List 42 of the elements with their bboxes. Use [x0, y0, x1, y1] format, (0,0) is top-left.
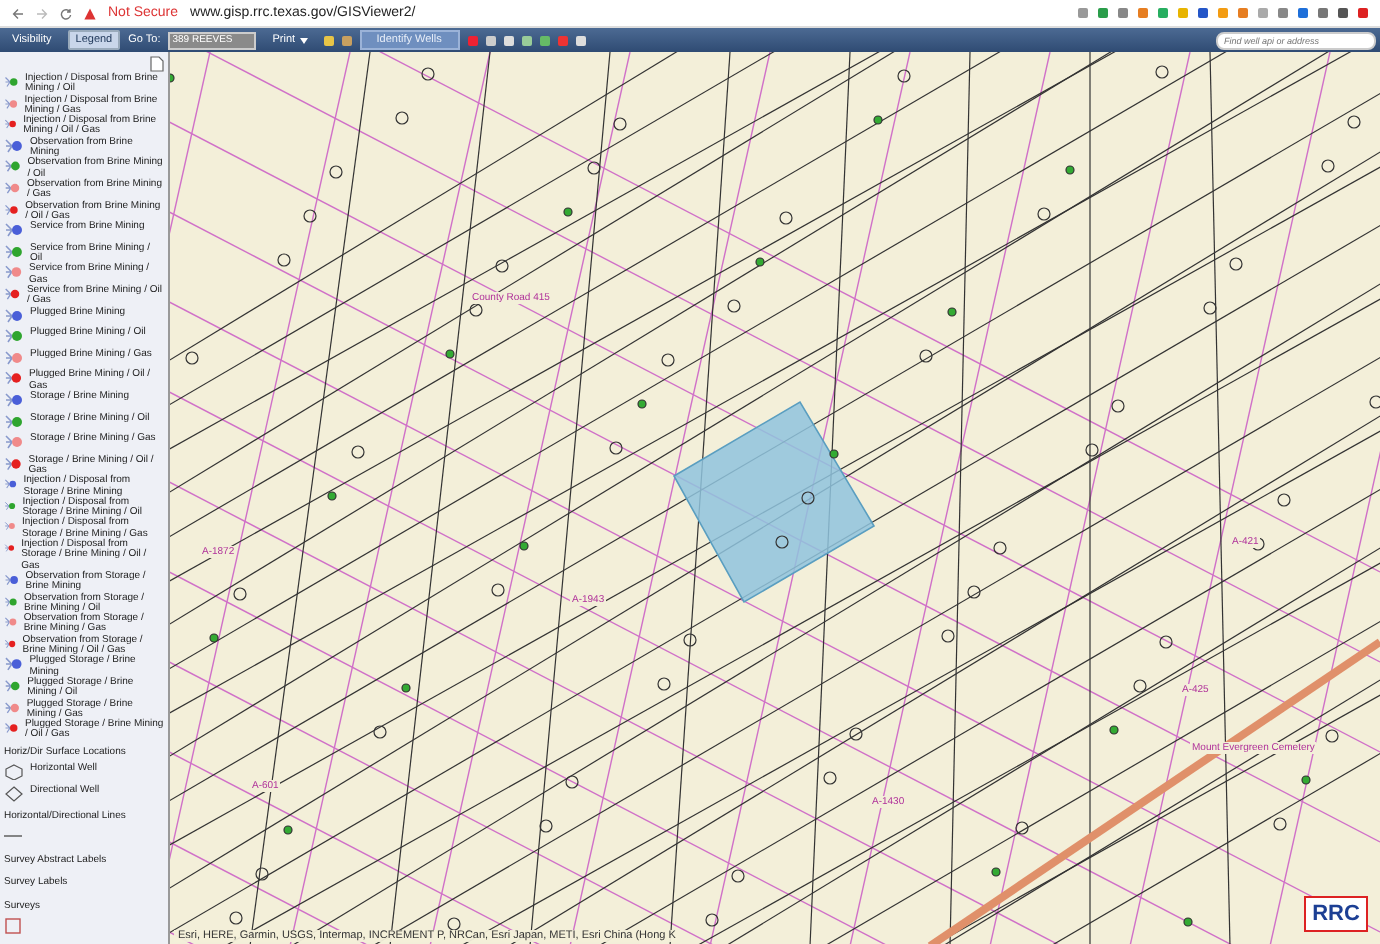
well-symbol-icon — [4, 677, 22, 694]
well-symbol-icon — [4, 158, 22, 175]
well-symbol-icon — [4, 571, 20, 588]
well-symbol-icon — [4, 497, 17, 514]
well-symbol-icon — [4, 518, 17, 535]
reload-icon[interactable] — [60, 7, 72, 19]
back-icon[interactable] — [12, 7, 24, 19]
selected-area[interactable] — [672, 400, 876, 604]
well-symbol-icon — [4, 391, 24, 408]
well-symbol-icon — [4, 116, 18, 133]
well-symbol-icon — [4, 285, 21, 302]
well-symbol-icon — [4, 95, 19, 112]
well-symbol-icon — [4, 307, 24, 324]
well-symbol-icon — [4, 635, 17, 652]
well-symbol-icon — [4, 243, 24, 260]
square-icon — [4, 917, 24, 934]
well-symbol-icon — [4, 137, 24, 154]
well-symbol-icon — [4, 74, 19, 90]
well-symbol-icon — [4, 593, 19, 610]
well-symbol-icon — [4, 264, 24, 281]
well-symbol-icon — [4, 720, 19, 737]
diamond-icon — [4, 785, 24, 802]
document-icon[interactable] — [150, 56, 164, 72]
well-symbol-icon — [4, 434, 24, 451]
well-symbol-icon — [4, 656, 24, 673]
well-symbol-icon — [4, 413, 24, 429]
caret-icon — [299, 37, 308, 43]
forward-icon[interactable] — [36, 7, 48, 19]
well-symbol-icon — [4, 455, 23, 472]
well-symbol-icon — [4, 614, 18, 631]
well-symbol-icon — [4, 328, 24, 345]
hexagon-icon — [4, 764, 24, 780]
well-symbol-icon — [4, 540, 16, 557]
warning-icon — [84, 7, 96, 19]
well-symbol-icon — [4, 222, 24, 239]
well-symbol-icon — [4, 349, 24, 366]
well-symbol-icon — [4, 179, 21, 196]
well-symbol-icon — [4, 201, 20, 218]
well-symbol-icon — [4, 370, 23, 387]
well-symbol-icon — [4, 699, 21, 716]
well-symbol-icon — [4, 476, 18, 493]
agency-logo: RRC — [1304, 896, 1368, 932]
